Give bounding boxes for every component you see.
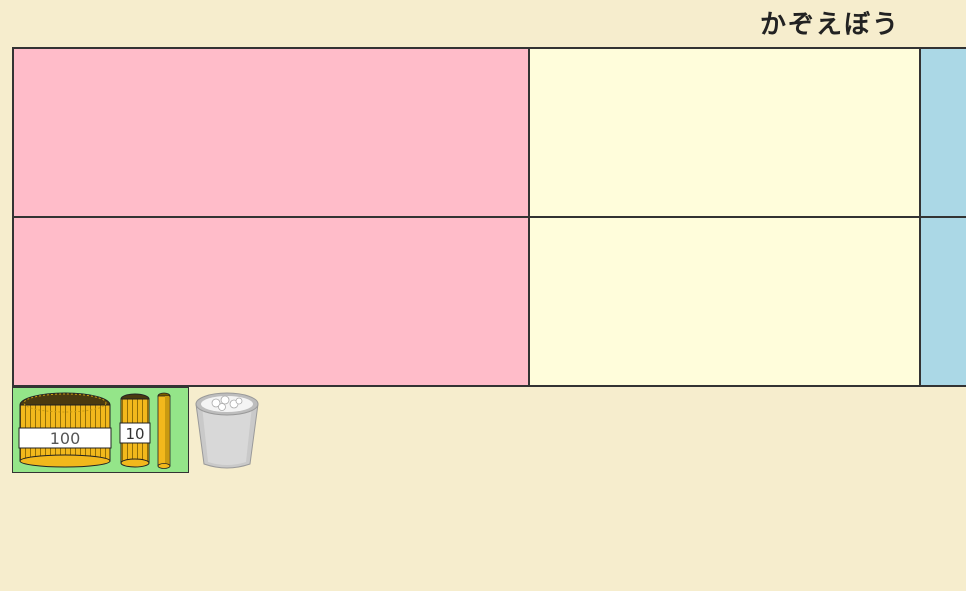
row-2-hundreds-cell[interactable] [12, 216, 530, 387]
row-2-ones-cell[interactable] [919, 216, 966, 387]
single-stick-icon[interactable] [155, 391, 173, 469]
bundle-100-icon[interactable]: 100 [16, 391, 114, 469]
row-2-tens-cell[interactable] [528, 216, 921, 387]
bundle-10-label: 10 [125, 425, 144, 443]
stick-palette: 100 10 [12, 387, 189, 473]
row-1-ones-cell[interactable] [919, 47, 966, 218]
trash-bin-icon[interactable] [192, 390, 262, 470]
counting-board [12, 47, 966, 387]
row-1-hundreds-cell[interactable] [12, 47, 530, 218]
bundle-100-label: 100 [50, 429, 81, 448]
row-1-tens-cell[interactable] [528, 47, 921, 218]
page-title: かぞえぼう [760, 10, 901, 40]
bundle-10-icon[interactable]: 10 [118, 391, 152, 469]
